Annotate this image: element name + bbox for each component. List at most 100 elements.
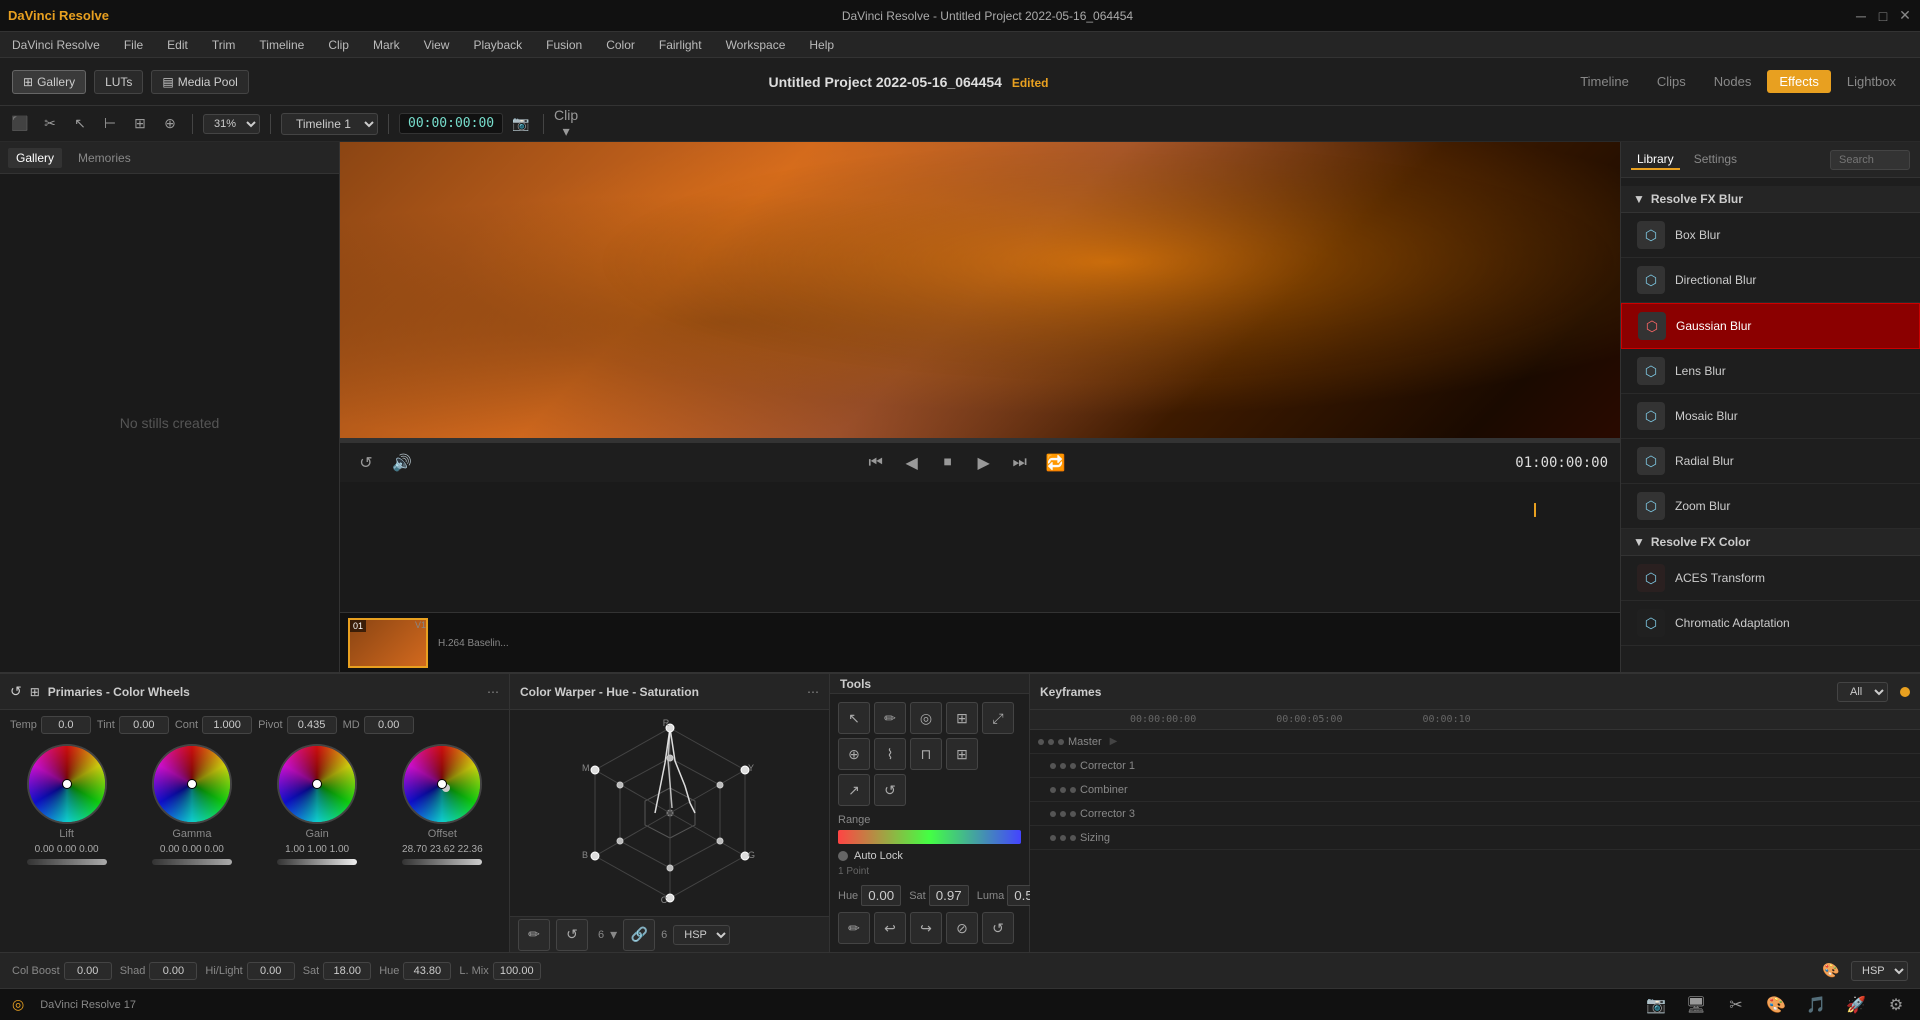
- toolbar-tools-btn[interactable]: ⬛: [8, 112, 32, 136]
- gallery-tab[interactable]: Gallery: [8, 148, 62, 168]
- scope-selector[interactable]: HSP: [1851, 961, 1908, 981]
- play-btn[interactable]: ▶: [970, 449, 998, 477]
- lift-slider[interactable]: [27, 859, 107, 865]
- effect-aces-transform[interactable]: ⬡ ACES Transform: [1621, 556, 1920, 601]
- pencil2-tool[interactable]: ✏: [838, 912, 870, 944]
- corner-tool[interactable]: ⊓: [910, 738, 942, 770]
- effects-search-input[interactable]: [1830, 150, 1910, 170]
- effect-gaussian-blur[interactable]: ⬡ Gaussian Blur: [1621, 303, 1920, 349]
- menu-file[interactable]: File: [120, 36, 147, 54]
- memories-tab[interactable]: Memories: [70, 148, 139, 168]
- effect-mosaic-blur[interactable]: ⬡ Mosaic Blur: [1621, 394, 1920, 439]
- color-warper-canvas[interactable]: R Y G C B M: [510, 710, 829, 916]
- expand-tool[interactable]: ⤢: [982, 702, 1014, 734]
- menu-mark[interactable]: Mark: [369, 36, 404, 54]
- effect-lens-blur[interactable]: ⬡ Lens Blur: [1621, 349, 1920, 394]
- gain-slider[interactable]: [277, 859, 357, 865]
- menu-trim[interactable]: Trim: [208, 36, 240, 54]
- settings-tab[interactable]: Settings: [1688, 150, 1743, 170]
- shad-input[interactable]: [149, 962, 197, 980]
- toolbar-blade-btn[interactable]: ✂: [38, 112, 62, 136]
- nav-tab-timeline[interactable]: Timeline: [1568, 70, 1641, 93]
- redo-tool[interactable]: ↪: [910, 912, 942, 944]
- warper-link-btn[interactable]: 🔗: [623, 919, 655, 951]
- video-progress-bar[interactable]: [340, 438, 1620, 442]
- hue-input[interactable]: [861, 885, 901, 906]
- rotate-tool[interactable]: ↺: [874, 774, 906, 806]
- gallery-button[interactable]: ⊞ Gallery: [12, 70, 86, 94]
- auto-lock-label[interactable]: Auto Lock: [854, 850, 903, 862]
- toolbar-select-btn[interactable]: ↖: [68, 112, 92, 136]
- library-tab[interactable]: Library: [1631, 150, 1680, 170]
- status-camera-btn[interactable]: 📷: [1644, 993, 1668, 1017]
- lmix-input[interactable]: [493, 962, 541, 980]
- status-color-btn[interactable]: 🎨: [1764, 993, 1788, 1017]
- menu-timeline[interactable]: Timeline: [255, 36, 308, 54]
- color-mode-btn[interactable]: 🎨: [1819, 959, 1843, 983]
- toolbar-clip-btn[interactable]: Clip ▾: [554, 112, 578, 136]
- maximize-btn[interactable]: □: [1876, 9, 1890, 23]
- nav-tab-lightbox[interactable]: Lightbox: [1835, 70, 1908, 93]
- add-point-tool[interactable]: ⊕: [838, 738, 870, 770]
- node-editor[interactable]: 01 M 03: [340, 482, 1620, 612]
- effect-box-blur[interactable]: ⬡ Box Blur: [1621, 213, 1920, 258]
- stop-btn[interactable]: ⏹: [934, 449, 962, 477]
- skip-end-btn[interactable]: ⏭: [1006, 449, 1034, 477]
- timeline-selector[interactable]: Timeline 1: [281, 113, 378, 135]
- menu-fusion[interactable]: Fusion: [542, 36, 586, 54]
- nav-tab-clips[interactable]: Clips: [1645, 70, 1698, 93]
- media-pool-button[interactable]: ▤ Media Pool: [151, 70, 248, 94]
- status-settings-btn[interactable]: ⚙: [1884, 993, 1908, 1017]
- blur-section-header[interactable]: ▼ Resolve FX Blur: [1621, 186, 1920, 213]
- toolbar-trim-btn[interactable]: ⊢: [98, 112, 122, 136]
- prev-frame-btn[interactable]: ◀: [898, 449, 926, 477]
- master-expand[interactable]: ▶: [1110, 736, 1118, 747]
- status-deliver-btn[interactable]: 🚀: [1844, 993, 1868, 1017]
- effect-chromatic-adaptation[interactable]: ⬡ Chromatic Adaptation: [1621, 601, 1920, 646]
- warper-reset-btn[interactable]: ↺: [556, 919, 588, 951]
- tint-input[interactable]: [119, 716, 169, 734]
- menu-view[interactable]: View: [420, 36, 454, 54]
- status-audio-btn[interactable]: 🎵: [1804, 993, 1828, 1017]
- cw-more-icon[interactable]: ⋯: [487, 685, 499, 699]
- menu-fairlight[interactable]: Fairlight: [655, 36, 706, 54]
- cont-input[interactable]: [202, 716, 252, 734]
- volume-btn[interactable]: 🔊: [388, 449, 416, 477]
- undo-tool[interactable]: ↩: [874, 912, 906, 944]
- nav-tab-effects[interactable]: Effects: [1767, 70, 1831, 93]
- md-input[interactable]: [364, 716, 414, 734]
- marker-tool[interactable]: ◎: [910, 702, 942, 734]
- nav-tab-nodes[interactable]: Nodes: [1702, 70, 1764, 93]
- toolbar-add-btn[interactable]: ⊕: [158, 112, 182, 136]
- brush-tool[interactable]: ✏: [874, 702, 906, 734]
- color-section-header[interactable]: ▼ Resolve FX Color: [1621, 529, 1920, 556]
- zoom-selector[interactable]: 31%: [203, 114, 260, 134]
- repeat-btn[interactable]: 🔁: [1042, 449, 1070, 477]
- reset2-tool[interactable]: ↺: [982, 912, 1014, 944]
- col-boost-input[interactable]: [64, 962, 112, 980]
- menu-color[interactable]: Color: [602, 36, 639, 54]
- effect-zoom-blur[interactable]: ⬡ Zoom Blur: [1621, 484, 1920, 529]
- menu-clip[interactable]: Clip: [324, 36, 353, 54]
- cursor-tool[interactable]: ↖: [838, 702, 870, 734]
- menu-playback[interactable]: Playback: [469, 36, 526, 54]
- sat-input[interactable]: [929, 885, 969, 906]
- menu-help[interactable]: Help: [805, 36, 838, 54]
- gamma-slider[interactable]: [152, 859, 232, 865]
- menu-davinci[interactable]: DaVinci Resolve: [8, 36, 104, 54]
- adjust-tool[interactable]: ⊞: [946, 702, 978, 734]
- pivot-input[interactable]: [287, 716, 337, 734]
- lift-wheel-circle[interactable]: [27, 744, 107, 824]
- hue-bottom-input[interactable]: [403, 962, 451, 980]
- luts-button[interactable]: LUTs: [94, 70, 143, 94]
- warper-hsp-selector[interactable]: HSP: [673, 925, 730, 945]
- eraser-tool[interactable]: ⊘: [946, 912, 978, 944]
- scatter-tool[interactable]: ⊞: [946, 738, 978, 770]
- cw-reset-icon[interactable]: ↺: [10, 683, 22, 700]
- status-edit-btn[interactable]: ✂: [1724, 993, 1748, 1017]
- status-monitor-btn[interactable]: 🖥: [1684, 993, 1708, 1017]
- gamma-wheel-circle[interactable]: [152, 744, 232, 824]
- effect-radial-blur[interactable]: ⬡ Radial Blur: [1621, 439, 1920, 484]
- toolbar-camera-btn[interactable]: 📷: [509, 112, 533, 136]
- clip-thumbnail[interactable]: 01 V1: [348, 618, 428, 668]
